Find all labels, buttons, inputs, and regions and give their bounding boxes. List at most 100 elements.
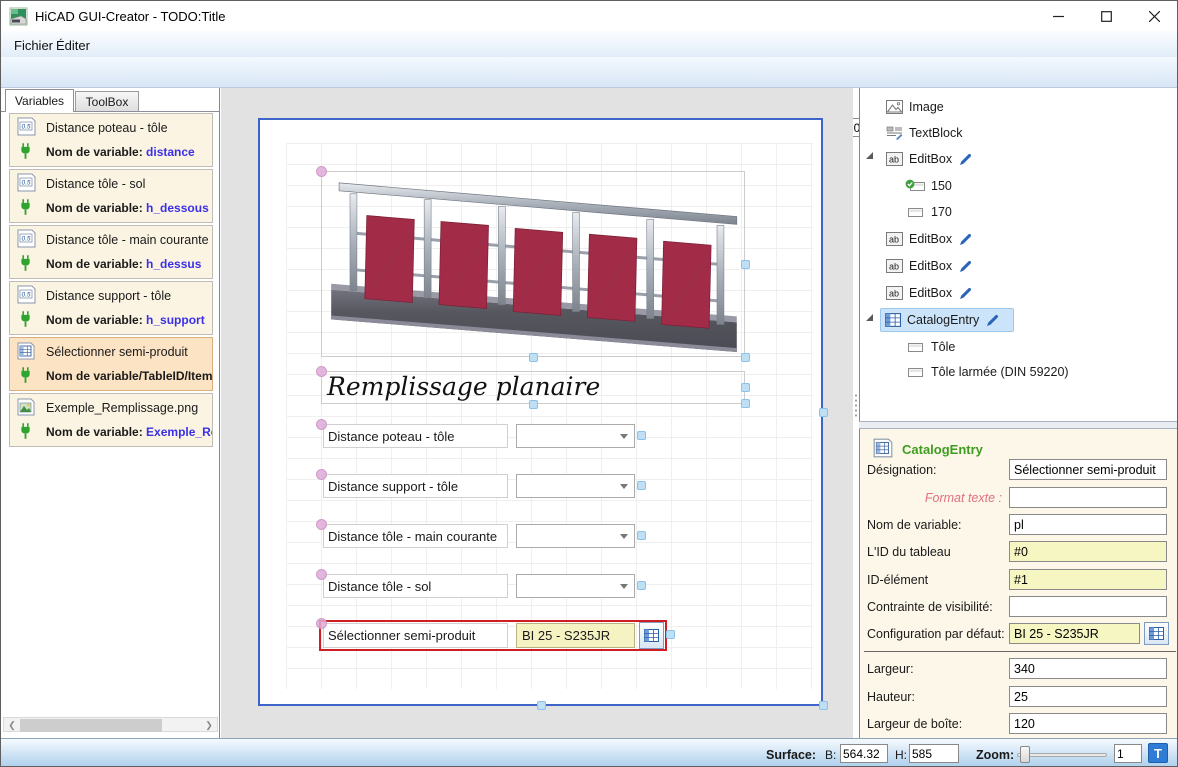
tree-expander-icon[interactable]	[866, 314, 873, 321]
anchor-handle[interactable]	[316, 366, 327, 377]
form-row-combobox[interactable]	[516, 574, 635, 598]
tree-item-editbox[interactable]: ab EditBox	[886, 281, 1176, 305]
anchor-handle[interactable]	[316, 618, 327, 629]
tree-item-tole[interactable]: Tôle	[905, 335, 1175, 359]
tree-expander-icon[interactable]	[866, 152, 873, 159]
form-row-label[interactable]: Distance tôle - main courante	[323, 524, 508, 548]
scroll-left-arrow-icon[interactable]: ❮	[5, 719, 19, 732]
designation-label: Désignation:	[867, 462, 937, 477]
edit-pencil-icon[interactable]	[959, 233, 972, 246]
zoom-input[interactable]	[1114, 744, 1142, 763]
tree-item-editbox[interactable]: ab EditBox	[886, 254, 1176, 278]
variable-item[interactable]: 0.5 Distance tôle - sol Nom de variable:…	[9, 169, 213, 223]
resize-handle[interactable]	[666, 630, 675, 639]
resize-handle[interactable]	[819, 701, 828, 710]
variable-item[interactable]: 0.5 Distance tôle - main courante Nom de…	[9, 225, 213, 279]
form-row-label[interactable]: Distance tôle - sol	[323, 574, 508, 598]
form-row-label[interactable]: Distance support - tôle	[323, 474, 508, 498]
edit-pencil-icon[interactable]	[986, 314, 999, 327]
tree-item-editbox[interactable]: ab EditBox	[886, 147, 1176, 171]
resize-handle[interactable]	[741, 260, 750, 269]
design-canvas[interactable]: Remplissage planaire Distance poteau - t…	[221, 88, 853, 738]
tree-item-editbox[interactable]: ab EditBox	[886, 227, 1176, 251]
variable-icon: 0.5	[17, 285, 36, 304]
image-icon	[886, 100, 903, 114]
form-page[interactable]: Remplissage planaire Distance poteau - t…	[258, 118, 828, 710]
tree-item-textblock[interactable]: TextBlock	[886, 121, 1176, 145]
variable-meta-label: Nom de variable/TableID/ItemID	[46, 369, 213, 383]
item-id-input[interactable]	[1009, 569, 1167, 590]
resize-handle[interactable]	[637, 531, 646, 540]
anchor-handle[interactable]	[316, 166, 327, 177]
surface-h-input[interactable]	[909, 744, 959, 763]
tree-item-value-150[interactable]: 150	[905, 174, 1175, 198]
tree-item-value-170[interactable]: 170	[905, 200, 1175, 224]
svg-text:0.5: 0.5	[22, 236, 31, 243]
right-panel-splitter[interactable]	[859, 421, 1177, 429]
form-image-element[interactable]	[321, 171, 745, 357]
nom-variable-input[interactable]	[1009, 514, 1167, 535]
editbox-glyph: ab	[889, 155, 899, 165]
visibility-input[interactable]	[1009, 596, 1167, 617]
menu-editer[interactable]: Éditer	[51, 36, 95, 55]
resize-handle[interactable]	[529, 353, 538, 362]
variable-item[interactable]: 0.5 Distance support - tôle Nom de varia…	[9, 281, 213, 335]
format-texte-input[interactable]	[1009, 487, 1167, 508]
resize-handle[interactable]	[741, 383, 750, 392]
form-row-combobox[interactable]	[516, 424, 635, 448]
properties-divider	[864, 651, 1176, 652]
right-splitter[interactable]	[854, 393, 858, 419]
tab-variables[interactable]: Variables	[5, 89, 74, 112]
close-button[interactable]	[1131, 1, 1177, 31]
tree-item-label: EditBox	[909, 152, 953, 166]
designation-input[interactable]	[1009, 459, 1167, 480]
tab-variables-label: Variables	[14, 94, 65, 108]
plug-icon	[21, 143, 30, 159]
anchor-handle[interactable]	[316, 569, 327, 580]
config-catalog-button[interactable]	[1144, 622, 1169, 645]
resize-handle[interactable]	[741, 399, 750, 408]
edit-pencil-icon[interactable]	[959, 260, 972, 273]
tree-item-label: 150	[931, 179, 952, 193]
config-default-input[interactable]	[1009, 623, 1140, 644]
maximize-button[interactable]	[1083, 1, 1129, 31]
resize-handle[interactable]	[529, 400, 538, 409]
hauteur-input[interactable]	[1009, 686, 1167, 707]
form-row-combobox[interactable]	[516, 474, 635, 498]
zoom-slider-thumb[interactable]	[1020, 746, 1030, 763]
variable-item[interactable]: 0.5 Distance poteau - tôle Nom de variab…	[9, 113, 213, 167]
variable-item[interactable]: Exemple_Remplissage.png Nom de variable:…	[9, 393, 213, 447]
scroll-right-arrow-icon[interactable]: ❯	[202, 719, 216, 732]
left-panel-hscrollbar[interactable]: ❮ ❯	[3, 717, 218, 732]
anchor-handle[interactable]	[316, 469, 327, 480]
zoom-slider[interactable]	[1017, 746, 1107, 763]
tree-item-catalogentry-selected[interactable]: CatalogEntry	[880, 308, 1014, 332]
tab-toolbox[interactable]: ToolBox	[75, 91, 139, 112]
anchor-handle[interactable]	[316, 519, 327, 530]
resize-handle[interactable]	[637, 581, 646, 590]
minimize-button[interactable]	[1035, 1, 1081, 31]
chevron-down-icon	[620, 484, 628, 489]
tree-item-label: CatalogEntry	[907, 313, 980, 327]
surface-b-input[interactable]	[840, 744, 888, 763]
hscrollbar-thumb[interactable]	[20, 719, 162, 732]
table-id-input[interactable]	[1009, 541, 1167, 562]
resize-handle[interactable]	[741, 353, 750, 362]
tree-item-tole-larmee[interactable]: Tôle larmée (DIN 59220)	[905, 360, 1175, 384]
resize-handle[interactable]	[819, 408, 828, 417]
variable-item-selected[interactable]: Sélectionner semi-produit Nom de variabl…	[9, 337, 213, 391]
menu-bar: Fichier Éditer	[1, 31, 1177, 57]
tree-item-image[interactable]: Image	[886, 95, 1176, 119]
editbox-icon: ab	[886, 259, 903, 273]
resize-handle[interactable]	[537, 701, 546, 710]
largeur-input[interactable]	[1009, 658, 1167, 679]
largeur-boite-input[interactable]	[1009, 713, 1167, 734]
text-mode-button[interactable]: T	[1148, 743, 1168, 763]
resize-handle[interactable]	[637, 431, 646, 440]
edit-pencil-icon[interactable]	[959, 287, 972, 300]
form-row-combobox[interactable]	[516, 524, 635, 548]
anchor-handle[interactable]	[316, 419, 327, 430]
edit-pencil-icon[interactable]	[959, 153, 972, 166]
form-row-label[interactable]: Distance poteau - tôle	[323, 424, 508, 448]
resize-handle[interactable]	[637, 481, 646, 490]
